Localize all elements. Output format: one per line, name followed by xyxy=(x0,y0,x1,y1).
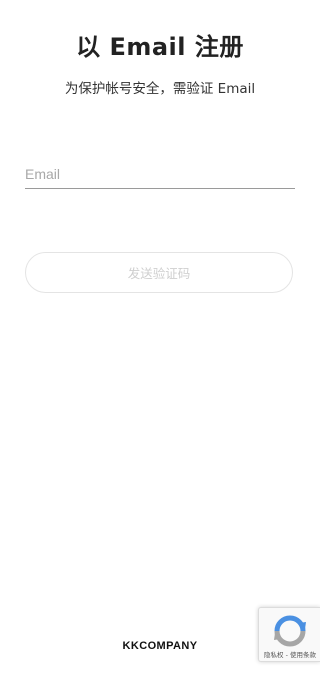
email-input[interactable] xyxy=(25,162,295,186)
page-title: 以 Email 注册 xyxy=(76,33,244,61)
email-field[interactable] xyxy=(25,160,295,189)
recaptcha-icon xyxy=(274,615,306,647)
send-code-button-label: 发送验证码 xyxy=(127,266,191,281)
recaptcha-badge[interactable]: 隐私权 - 使用条款 xyxy=(258,607,320,662)
recaptcha-links: 隐私权 - 使用条款 xyxy=(259,651,320,660)
send-code-button[interactable]: 发送验证码 xyxy=(25,252,293,293)
page-subtitle: 为保护帐号安全，需验证 Email xyxy=(64,81,256,97)
recaptcha-terms-link[interactable]: 使用条款 xyxy=(290,651,316,659)
recaptcha-privacy-link[interactable]: 隐私权 xyxy=(264,651,284,659)
